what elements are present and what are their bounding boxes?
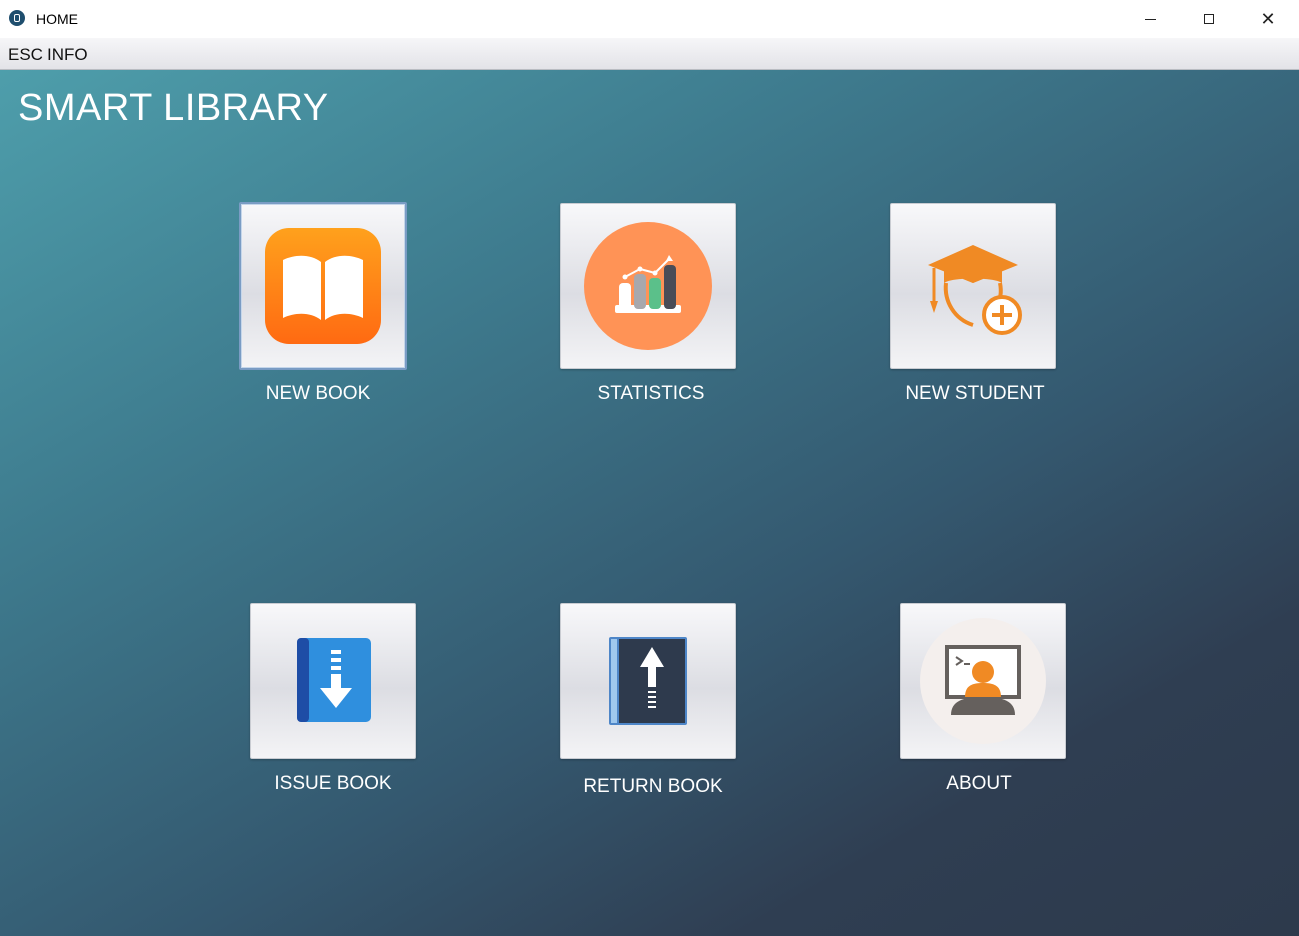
open-book-icon: [265, 228, 381, 344]
new-book-label: NEW BOOK: [265, 383, 371, 404]
return-book-button[interactable]: [560, 603, 736, 759]
page-title: SMART LIBRARY: [18, 87, 329, 129]
menu-esc[interactable]: ESC: [8, 45, 43, 65]
statistics-label: STATISTICS: [597, 383, 705, 404]
minimize-button[interactable]: [1121, 0, 1179, 38]
window-title: HOME: [36, 11, 78, 27]
library-app-icon: [9, 10, 25, 26]
new-student-button[interactable]: [890, 203, 1056, 369]
close-button[interactable]: ✕: [1239, 0, 1297, 38]
window-titlebar: HOME ✕: [0, 0, 1299, 38]
developer-terminal-icon: [920, 618, 1046, 744]
issue-book-label: ISSUE BOOK: [274, 773, 392, 794]
book-upload-icon: [609, 637, 687, 725]
statistics-button[interactable]: [560, 203, 736, 369]
bar-chart-icon: [584, 222, 712, 350]
book-download-icon: [297, 638, 371, 722]
minimize-icon: [1144, 18, 1156, 20]
close-icon: ✕: [1260, 9, 1276, 29]
maximize-icon: [1204, 14, 1214, 24]
new-book-button[interactable]: [239, 202, 407, 370]
about-button[interactable]: [900, 603, 1066, 759]
menu-info[interactable]: INFO: [47, 45, 88, 65]
new-student-label: NEW STUDENT: [905, 383, 1045, 404]
menu-bar: ESC INFO: [0, 38, 1299, 70]
return-book-label: RETURN BOOK: [583, 776, 723, 797]
maximize-button[interactable]: [1180, 0, 1238, 38]
graduate-add-icon: [928, 245, 1022, 335]
issue-book-button[interactable]: [250, 603, 416, 759]
about-label: ABOUT: [946, 773, 1012, 794]
main-panel: SMART LIBRARY NEW BOOK STATISTICS NEW ST…: [0, 70, 1299, 936]
